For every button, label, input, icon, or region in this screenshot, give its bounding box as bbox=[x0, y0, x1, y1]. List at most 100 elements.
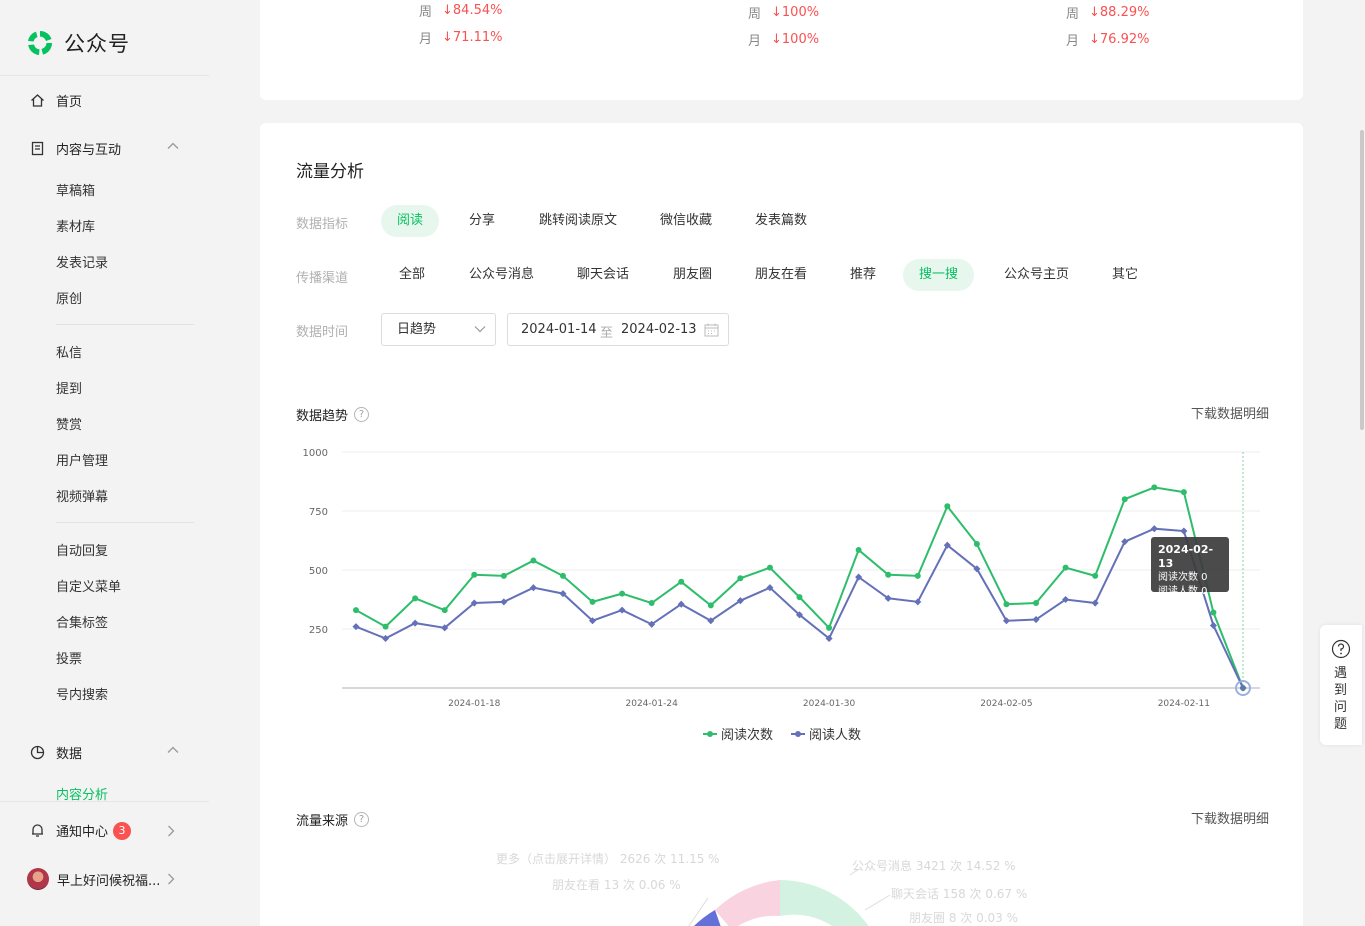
data-point[interactable] bbox=[529, 584, 537, 592]
data-point[interactable] bbox=[559, 572, 566, 579]
chevron-up-icon[interactable] bbox=[167, 142, 179, 150]
data-point[interactable] bbox=[500, 598, 508, 606]
download-source-link[interactable]: 下载数据明细 bbox=[1191, 808, 1269, 827]
date-range-picker[interactable]: 2024-01-14 至 2024-02-13 bbox=[507, 313, 729, 346]
data-point[interactable] bbox=[1180, 489, 1187, 496]
metric-post-count[interactable]: 发表篇数 bbox=[739, 205, 823, 237]
data-point[interactable] bbox=[1239, 684, 1247, 692]
metric-wechat-favorite[interactable]: 微信收藏 bbox=[644, 205, 728, 237]
data-point[interactable] bbox=[1033, 600, 1040, 607]
data-point[interactable] bbox=[411, 619, 419, 627]
data-point[interactable] bbox=[618, 606, 626, 614]
scrollbar[interactable] bbox=[1360, 130, 1364, 430]
nav-custom-menu[interactable]: 自定义菜单 bbox=[56, 576, 121, 595]
trend-select[interactable]: 日趋势 bbox=[381, 313, 496, 346]
pie-slice-more[interactable] bbox=[715, 880, 780, 926]
metric-share[interactable]: 分享 bbox=[453, 205, 511, 237]
channel-search[interactable]: 搜一搜 bbox=[903, 259, 975, 291]
nav-rewards[interactable]: 赞赏 bbox=[56, 414, 82, 433]
data-point[interactable] bbox=[1150, 525, 1158, 533]
date-start[interactable]: 2024-01-14 bbox=[521, 322, 597, 337]
nav-video-danmaku[interactable]: 视频弹幕 bbox=[56, 486, 108, 505]
chevron-up-icon[interactable] bbox=[167, 746, 179, 754]
nav-drafts[interactable]: 草稿箱 bbox=[56, 180, 95, 199]
data-point[interactable] bbox=[1209, 621, 1217, 629]
data-point[interactable] bbox=[678, 578, 685, 585]
y-tick-label: 750 bbox=[309, 507, 328, 518]
nav-vote[interactable]: 投票 bbox=[56, 648, 82, 667]
data-point[interactable] bbox=[1091, 599, 1099, 607]
flow-analysis-title: 流量分析 bbox=[296, 162, 364, 182]
metric-label: 数据指标 bbox=[296, 217, 349, 232]
data-point[interactable] bbox=[589, 598, 596, 605]
data-point[interactable] bbox=[353, 607, 359, 614]
data-point[interactable] bbox=[914, 572, 921, 579]
data-point[interactable] bbox=[530, 557, 537, 564]
chevron-right-icon[interactable] bbox=[167, 873, 175, 885]
data-point[interactable] bbox=[1121, 496, 1128, 503]
account-menu[interactable]: 早上好问候祝福... bbox=[27, 868, 160, 890]
data-point[interactable] bbox=[1210, 609, 1217, 616]
date-end[interactable]: 2024-02-13 bbox=[621, 322, 697, 337]
nav-materials[interactable]: 素材库 bbox=[56, 216, 95, 235]
data-point[interactable] bbox=[796, 594, 803, 601]
nav-auto-reply[interactable]: 自动回复 bbox=[56, 540, 108, 559]
nav-messages[interactable]: 私信 bbox=[56, 342, 82, 361]
logo[interactable]: 公众号 bbox=[25, 28, 130, 58]
pie-slice-oa-message[interactable] bbox=[780, 880, 870, 926]
nav-collections[interactable]: 合集标签 bbox=[56, 612, 108, 631]
nav-user-management[interactable]: 用户管理 bbox=[56, 450, 108, 469]
data-point[interactable] bbox=[707, 602, 714, 609]
data-point[interactable] bbox=[500, 572, 507, 579]
wechat-oa-logo-icon bbox=[28, 30, 52, 55]
channel-other[interactable]: 其它 bbox=[1096, 259, 1154, 291]
data-point[interactable] bbox=[1121, 538, 1129, 546]
data-point[interactable] bbox=[1180, 527, 1188, 535]
data-point[interactable] bbox=[471, 571, 478, 578]
data-point[interactable] bbox=[737, 575, 744, 582]
channel-all[interactable]: 全部 bbox=[383, 259, 441, 291]
stat-week-3: 周 ↓88.29% bbox=[1066, 5, 1150, 22]
help-tab[interactable]: 遇到问题 bbox=[1320, 625, 1362, 745]
nav-notice-center[interactable]: 通知中心 3 bbox=[30, 821, 132, 840]
data-point[interactable] bbox=[1062, 564, 1069, 571]
channel-oa-message[interactable]: 公众号消息 bbox=[453, 259, 550, 291]
nav-content[interactable]: 内容与互动 bbox=[30, 139, 121, 158]
data-point[interactable] bbox=[855, 546, 862, 553]
data-point[interactable] bbox=[973, 541, 980, 548]
nav-home[interactable]: 首页 bbox=[30, 91, 82, 110]
data-point[interactable] bbox=[648, 600, 655, 607]
data-point[interactable] bbox=[441, 607, 448, 614]
help-icon[interactable]: ? bbox=[354, 407, 370, 422]
data-point[interactable] bbox=[944, 503, 951, 510]
nav-original[interactable]: 原创 bbox=[56, 288, 82, 307]
metric-jump-original[interactable]: 跳转阅读原文 bbox=[523, 205, 633, 237]
chevron-right-icon[interactable] bbox=[167, 825, 175, 837]
data-point[interactable] bbox=[914, 598, 922, 606]
data-point[interactable] bbox=[619, 590, 626, 597]
data-point[interactable] bbox=[826, 624, 833, 631]
data-point[interactable] bbox=[382, 634, 390, 642]
data-point[interactable] bbox=[766, 564, 773, 571]
nav-data[interactable]: 数据 bbox=[30, 743, 82, 762]
metric-read[interactable]: 阅读 bbox=[381, 205, 440, 237]
data-point[interactable] bbox=[1151, 484, 1158, 491]
data-point[interactable] bbox=[1092, 572, 1099, 579]
data-point[interactable] bbox=[885, 571, 892, 578]
avatar bbox=[27, 868, 49, 890]
download-trend-link[interactable]: 下载数据明细 bbox=[1191, 403, 1269, 422]
data-point[interactable] bbox=[412, 595, 419, 602]
data-point[interactable] bbox=[382, 623, 389, 630]
help-icon[interactable]: ? bbox=[354, 812, 370, 827]
channel-moments[interactable]: 朋友圈 bbox=[657, 259, 728, 291]
channel-friends-watching[interactable]: 朋友在看 bbox=[739, 259, 823, 291]
data-point[interactable] bbox=[1003, 601, 1010, 608]
nav-publish-records[interactable]: 发表记录 bbox=[56, 252, 108, 271]
nav-in-account-search[interactable]: 号内搜索 bbox=[56, 684, 108, 703]
legend-item-readers[interactable]: 阅读人数 bbox=[791, 724, 861, 743]
channel-recommend[interactable]: 推荐 bbox=[834, 259, 892, 291]
nav-mentions[interactable]: 提到 bbox=[56, 378, 82, 397]
channel-oa-homepage[interactable]: 公众号主页 bbox=[988, 259, 1085, 291]
channel-chat[interactable]: 聊天会话 bbox=[561, 259, 645, 291]
legend-item-reads[interactable]: 阅读次数 bbox=[703, 724, 773, 743]
